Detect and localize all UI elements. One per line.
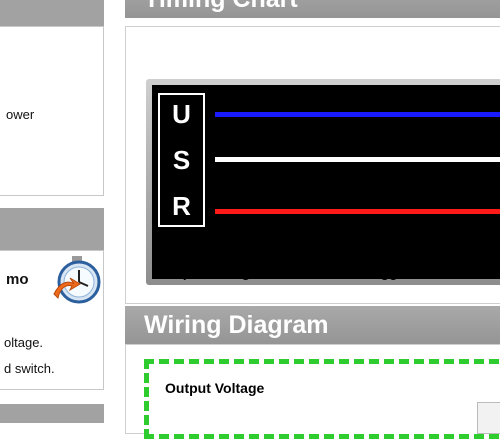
wiring-diagram-box: Output Voltage <box>144 359 500 439</box>
channel-label-box: U S R <box>158 93 205 227</box>
legend-relay: R=Rela <box>453 264 500 280</box>
legend-switch-trigger: S=Switch Trigger <box>297 264 411 280</box>
sidebar-panel-1-text: ower <box>6 107 35 122</box>
output-voltage-label: Output Voltage <box>165 380 265 396</box>
sidebar-panel-2-title: mo <box>6 271 29 288</box>
channel-label-r: R <box>172 191 191 221</box>
switch-trigger-trace <box>215 157 500 162</box>
stopwatch-icon <box>53 256 101 304</box>
left-sidebar: ower mo oltage. d switch. <box>0 0 112 423</box>
channel-label-s: S <box>172 145 191 175</box>
wiring-diagram-title: Wiring Diagram <box>144 311 329 339</box>
diagram-component <box>477 402 500 434</box>
timing-chart-header: Timing Chart <box>125 0 500 18</box>
wiring-diagram-header: Wiring Diagram <box>125 306 500 344</box>
oscilloscope-frame: U S R <box>146 79 500 285</box>
main-content: Timing Chart U S R U=Input Voltage S=Swi… <box>125 0 500 439</box>
sidebar-header-bar-1 <box>0 0 104 26</box>
sidebar-header-bar-3 <box>0 404 104 423</box>
relay-trace <box>215 209 500 214</box>
timing-chart-title: Timing Chart <box>144 0 298 13</box>
sidebar-panel-1: ower <box>0 26 104 196</box>
sidebar-header-bar-2 <box>0 208 104 250</box>
legend-input-voltage: U=Input Voltage <box>152 264 258 280</box>
wiring-diagram-panel: Output Voltage <box>125 344 500 439</box>
input-voltage-trace <box>215 112 500 117</box>
sidebar-panel-2-line2: d switch. <box>4 361 55 376</box>
timing-chart-panel: U S R U=Input Voltage S=Switch Trigger R… <box>125 26 500 304</box>
channel-label-u: U <box>172 99 191 129</box>
sidebar-panel-2-line1: oltage. <box>4 335 44 350</box>
oscilloscope-screen: U S R <box>152 85 500 279</box>
